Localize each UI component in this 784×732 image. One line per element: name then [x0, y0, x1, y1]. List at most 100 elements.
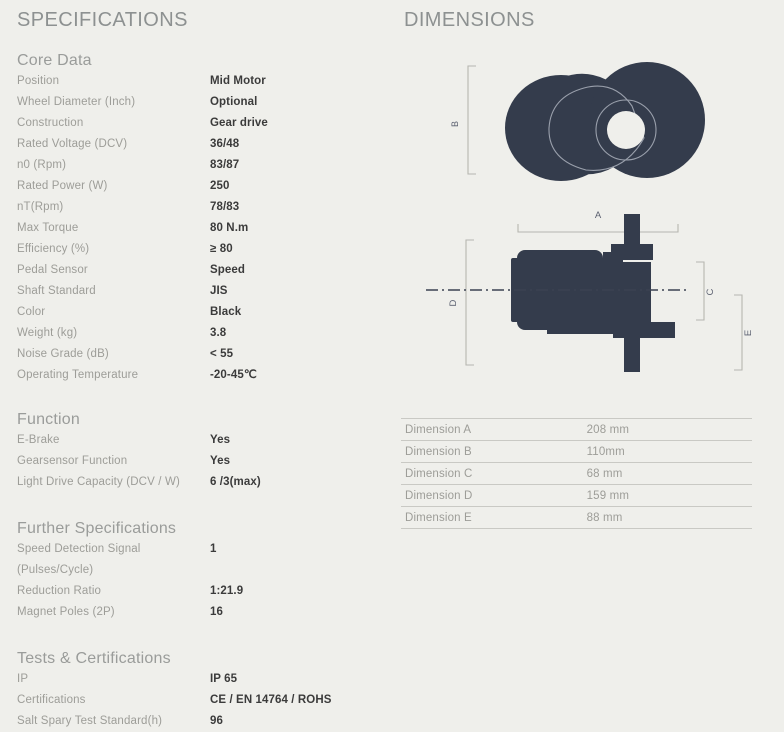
- motor-side-view-svg: B: [450, 62, 705, 181]
- spec-section-title: Function: [17, 411, 80, 428]
- spec-value: IP 65: [210, 673, 238, 685]
- spec-label-line2: (Pulses/Cycle): [17, 564, 94, 576]
- callout-a-bracket: [517, 224, 679, 233]
- spec-label-line1: Speed Detection Signal: [17, 543, 141, 555]
- specification-sections: Core Data Position Mid Motor Wheel Diameter…: [0, 51, 396, 732]
- callout-b-label: B: [450, 121, 460, 127]
- spec-label: Wheel Diameter (Inch): [17, 96, 136, 108]
- table-row: Dimension D 159 mm: [401, 484, 752, 507]
- spec-row: Reduction Ratio 1:21.9: [17, 581, 396, 602]
- spec-row: Position Mid Motor: [17, 71, 396, 92]
- spec-row: Salt Spary Test Standard(h) 96: [17, 711, 396, 732]
- dimension-spacer: [741, 462, 752, 485]
- spec-row: E-Brake Yes: [17, 430, 396, 451]
- callout-c-label: C: [705, 288, 716, 295]
- motor-cross-section-svg: A D C E: [426, 210, 754, 372]
- spec-row: Shaft Standard JIS: [17, 281, 396, 302]
- spec-section-title: Further Specifications: [17, 520, 177, 537]
- dimension-value: 68 mm: [586, 462, 742, 485]
- motor-center-bore: [607, 111, 645, 149]
- callout-a-label: A: [595, 210, 602, 221]
- table-row: Dimension B 110mm: [401, 440, 752, 463]
- dimension-table: Dimension A 208 mm Dimension B 110mm Dimensi…: [401, 418, 752, 529]
- table-row: Dimension C 68 mm: [401, 462, 752, 485]
- spec-label: Weight (kg): [17, 327, 78, 339]
- callout-d-bracket: [465, 239, 474, 366]
- spec-value: Yes: [210, 455, 231, 467]
- spec-value: Black: [210, 306, 242, 318]
- dimensions-heading: DIMENSIONS: [404, 9, 535, 31]
- motor-side-view-diagram: B: [396, 40, 784, 200]
- dimension-spacer: [741, 484, 752, 507]
- spec-section: Core Data Position Mid Motor Wheel Diameter…: [0, 51, 396, 386]
- table-row: Dimension A 208 mm: [401, 418, 752, 441]
- spec-value: JIS: [210, 285, 228, 297]
- spec-row: Magnet Poles (2P) 16: [17, 602, 396, 623]
- spec-section-title: Core Data: [17, 52, 92, 69]
- spec-row: Certifications CE / EN 14764 / ROHS: [17, 690, 396, 711]
- spec-value: < 55: [210, 348, 234, 360]
- spec-value: CE / EN 14764 / ROHS: [210, 694, 332, 706]
- spec-value: 6 /3(max): [210, 476, 261, 488]
- spec-label: Reduction Ratio: [17, 585, 102, 597]
- spec-label: Efficiency (%): [17, 243, 90, 255]
- motor-cross-section-diagram: A D C E: [396, 200, 784, 395]
- spec-row: Operating Temperature -20-45℃: [17, 365, 396, 386]
- spec-row: Noise Grade (dB) < 55: [17, 344, 396, 365]
- spec-row: IP IP 65: [17, 669, 396, 690]
- motor-section-shape: [511, 214, 675, 372]
- spec-row: Gearsensor Function Yes: [17, 451, 396, 472]
- spec-row: Construction Gear drive: [17, 113, 396, 134]
- spec-section: Further Specifications Speed Detection Si…: [0, 519, 396, 623]
- dimension-value: 110mm: [586, 440, 742, 463]
- spec-label: nT(Rpm): [17, 201, 64, 213]
- spec-value: Gear drive: [210, 117, 268, 129]
- spec-label: Certifications: [17, 694, 86, 706]
- dimension-value: 159 mm: [586, 484, 742, 507]
- spec-label: Gearsensor Function: [17, 455, 128, 467]
- dimension-name: Dimension D: [401, 484, 587, 507]
- callout-e-label: E: [743, 330, 754, 336]
- spec-label: E-Brake: [17, 434, 60, 446]
- spec-label: Color: [17, 306, 46, 318]
- spec-value: 16: [210, 606, 223, 618]
- spec-label: Salt Spary Test Standard(h): [17, 715, 163, 727]
- spec-row: Rated Power (W) 250: [17, 176, 396, 197]
- spec-row: Wheel Diameter (Inch) Optional: [17, 92, 396, 113]
- spec-row: Color Black: [17, 302, 396, 323]
- spec-row: Pedal Sensor Speed: [17, 260, 396, 281]
- specifications-column: SPECIFICATIONS Core Data Position Mid Moto…: [0, 0, 396, 727]
- dimension-spacer: [741, 440, 752, 463]
- spec-value: 83/87: [210, 159, 240, 171]
- callout-d-label: D: [448, 299, 459, 306]
- spec-label: Shaft Standard: [17, 285, 96, 297]
- spec-row: nT(Rpm) 78/83: [17, 197, 396, 218]
- callout-c-bracket: [696, 261, 705, 321]
- dimensions-column: DIMENSIONS B A D C E Dimension A 208 mm …: [396, 0, 784, 704]
- spec-label: n0 (Rpm): [17, 159, 67, 171]
- spec-label: Operating Temperature: [17, 369, 139, 381]
- spec-label: Speed Detection Signal (Pulses/Cycle): [17, 539, 210, 581]
- motor-disc-right: [589, 62, 705, 178]
- spec-section-title: Tests & Certifications: [17, 650, 171, 667]
- spec-section: Function E-Brake Yes Gearsensor Function Yes…: [0, 410, 396, 493]
- dimension-spacer: [741, 418, 752, 441]
- spec-row: n0 (Rpm) 83/87: [17, 155, 396, 176]
- spec-label: Pedal Sensor: [17, 264, 88, 276]
- callout-b-bracket: [467, 65, 476, 175]
- dimension-name: Dimension C: [401, 462, 587, 485]
- dimension-value: 208 mm: [586, 418, 742, 441]
- spec-value: 78/83: [210, 201, 240, 213]
- spec-value: Mid Motor: [210, 75, 266, 87]
- spec-section: Tests & Certifications IP IP 65 Certificati…: [0, 649, 396, 732]
- spec-value: 36/48: [210, 138, 240, 150]
- spec-label: Magnet Poles (2P): [17, 606, 115, 618]
- spec-label: Light Drive Capacity (DCV / W): [17, 476, 180, 488]
- spec-label: Rated Voltage (DCV): [17, 138, 128, 150]
- spec-value: ≥ 80: [210, 243, 233, 255]
- product-spec-sheet: SPECIFICATIONS Core Data Position Mid Moto…: [0, 0, 784, 727]
- motor-body-shape: [505, 62, 705, 181]
- spec-value: 250: [210, 180, 230, 192]
- spec-row: Light Drive Capacity (DCV / W) 6 /3(max): [17, 472, 396, 493]
- spec-value: Speed: [210, 264, 246, 276]
